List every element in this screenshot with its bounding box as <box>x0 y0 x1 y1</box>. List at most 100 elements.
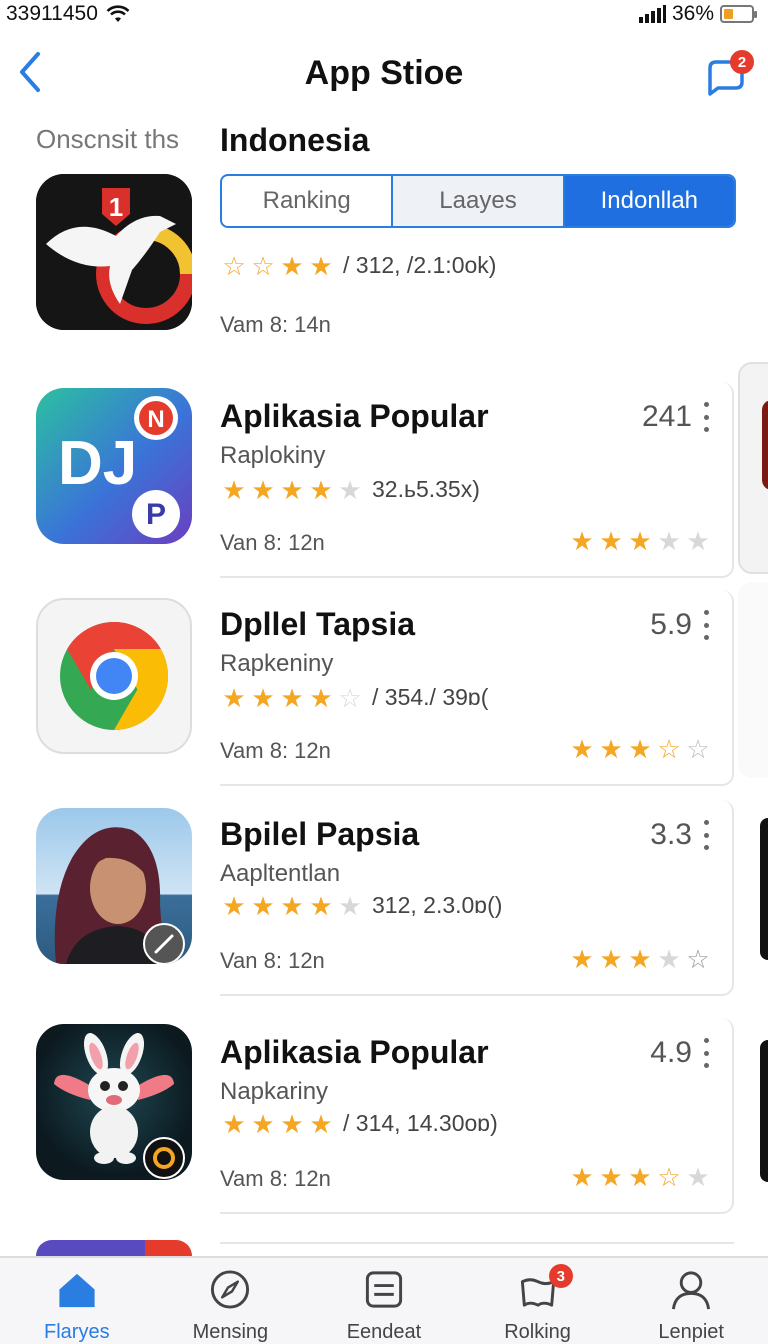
more-options-icon[interactable] <box>702 820 710 850</box>
app-time: Van 8: 12n <box>220 530 325 555</box>
app-icon-chrome[interactable] <box>36 598 192 754</box>
svg-text:N: N <box>147 406 164 433</box>
status-left: 33911450 <box>6 2 130 26</box>
app-rating: ★ ★ ★ ★ ★ 32.ь5.35x) <box>220 476 480 503</box>
more-options-icon[interactable] <box>702 402 710 432</box>
rating-text: / 354./ 39ɒ( <box>372 684 489 710</box>
app-subtitle: Aapltentlan <box>220 860 341 887</box>
featured-time: Vam 8: 14n <box>220 312 331 337</box>
tab-lenpiet[interactable]: Lenpiet <box>614 1258 768 1344</box>
star-icon: ★ <box>251 890 275 921</box>
star-icon: ★ <box>222 682 246 713</box>
battery-percent: 36% <box>671 2 714 25</box>
star-icon: ☆ <box>686 734 710 764</box>
compass-icon <box>211 1270 250 1309</box>
app-icon-dj[interactable]: DJ N P <box>36 388 192 544</box>
star-icon: ★ <box>309 250 333 281</box>
side-card-peek <box>760 818 768 960</box>
segment-indonllah[interactable]: Indonllah <box>564 176 734 226</box>
bird-logo-icon: 1 <box>36 174 192 330</box>
app-rating: ★ ★ ★ ★ / 314, 14.30oɒ) <box>220 1110 498 1137</box>
app-rating: ★ ★ ★ ★ ★ 312, 2.3.0ɒ() <box>220 892 502 919</box>
dj-app-icon: DJ N P <box>58 396 180 538</box>
secondary-stars: ★ ★ ★ ☆ ★ <box>568 1164 712 1190</box>
tab-eendeat[interactable]: Eendeat <box>307 1258 461 1344</box>
more-options-icon[interactable] <box>702 610 710 640</box>
star-icon: ★ <box>222 1108 246 1139</box>
segmented-control: Ranking Laayes Indonllah <box>220 174 736 228</box>
star-icon: ★ <box>280 682 304 713</box>
app-rating: ★ ★ ★ ★ ☆ / 354./ 39ɒ( <box>220 684 488 711</box>
rating-stars: ★ ★ ★ ★ ☆ <box>220 685 364 711</box>
star-icon: ★ <box>599 734 623 764</box>
featured-app-icon[interactable]: 1 <box>36 174 192 330</box>
tab-flaryes[interactable]: Flaryes <box>0 1258 154 1344</box>
star-icon: ★ <box>309 1108 333 1139</box>
app-subtitle: Napkariny <box>220 1078 329 1105</box>
tab-rolking[interactable]: 3 Rolking <box>461 1258 615 1344</box>
featured-stars: ☆ ☆ ★ ★ <box>220 253 335 279</box>
star-icon: ★ <box>338 890 362 921</box>
rating-text: 312, 2.3.0ɒ() <box>372 892 503 918</box>
tab-label: Mensing <box>192 1321 269 1343</box>
more-options-icon[interactable] <box>702 1038 710 1068</box>
battery-icon <box>720 5 757 23</box>
star-icon: ★ <box>222 474 246 505</box>
svg-text:DJ: DJ <box>58 429 137 498</box>
secondary-stars: ★ ★ ★ ☆ ☆ <box>568 736 712 762</box>
rating-text: 32.ь5.35x) <box>372 476 480 502</box>
app-icon-partial <box>36 1240 192 1256</box>
creature-icon <box>54 1033 185 1179</box>
app-score: 3.3 <box>650 818 692 851</box>
app-icon-portrait[interactable] <box>36 808 192 964</box>
star-icon: ☆ <box>686 944 710 974</box>
app-card[interactable]: Dpllel Tapsia Rapkeniny ★ ★ ★ ★ ☆ / 354./ 39… <box>220 590 734 786</box>
app-card[interactable]: Bpilel Papsia Aapltentlan ★ ★ ★ ★ ★ 312, 2.3… <box>220 800 734 996</box>
star-icon: ★ <box>628 1162 652 1192</box>
app-icon-creature[interactable] <box>36 1024 192 1180</box>
tab-mensing[interactable]: Mensing <box>154 1258 308 1344</box>
app-score: 4.9 <box>650 1036 692 1069</box>
app-card[interactable]: Aplikasia Popular Raplokiny ★ ★ ★ ★ ★ 32.ь5.… <box>220 382 734 578</box>
star-icon: ★ <box>309 890 333 921</box>
app-card[interactable]: Aplikasia Popular Napkariny ★ ★ ★ ★ / 314, … <box>220 1018 734 1214</box>
segment-ranking[interactable]: Ranking <box>222 176 394 226</box>
app-subtitle: Raplokiny <box>220 442 326 469</box>
star-icon: ★ <box>280 474 304 505</box>
section-title: Indonesia <box>220 122 370 158</box>
app-time: Van 8: 12n <box>220 948 325 973</box>
app-time: Vam 8: 12n <box>220 1166 331 1191</box>
portrait-icon <box>54 827 185 964</box>
star-icon: ★ <box>338 474 362 505</box>
nav-bar: App Stioe 2 <box>0 44 768 104</box>
star-icon: ★ <box>686 1162 710 1192</box>
app-subtitle: Rapkeniny <box>220 650 334 677</box>
rating-stars: ★ ★ ★ ★ <box>220 1111 335 1137</box>
rating-text: / 314, 14.30oɒ) <box>343 1110 498 1136</box>
tab-label: Lenpiet <box>658 1321 724 1343</box>
star-icon: ★ <box>309 682 333 713</box>
list-icon <box>365 1271 403 1308</box>
star-icon: ★ <box>628 734 652 764</box>
messages-button[interactable]: 2 <box>700 48 754 98</box>
segment-laayes[interactable]: Laayes <box>393 176 565 226</box>
secondary-stars: ★ ★ ★ ★ ☆ <box>568 946 712 972</box>
star-icon: ★ <box>628 526 652 556</box>
app-time: Vam 8: 12n <box>220 738 331 763</box>
star-icon: ★ <box>280 250 304 281</box>
star-icon: ★ <box>251 474 275 505</box>
star-icon: ★ <box>251 682 275 713</box>
featured-rating-text: / 312, /2.1:0ok) <box>343 252 497 278</box>
status-right: 36% <box>638 2 757 26</box>
page-title: App Stioe <box>304 54 464 92</box>
star-icon: ★ <box>251 1108 275 1139</box>
chrome-icon <box>60 622 169 730</box>
star-icon: ★ <box>280 1108 304 1139</box>
app-name: Aplikasia Popular <box>220 1034 489 1070</box>
side-card-peek <box>738 362 768 574</box>
star-icon: ★ <box>599 526 623 556</box>
star-icon: ★ <box>309 474 333 505</box>
star-icon: ★ <box>570 944 594 974</box>
star-icon: ★ <box>657 944 681 974</box>
star-icon: ☆ <box>657 734 681 764</box>
